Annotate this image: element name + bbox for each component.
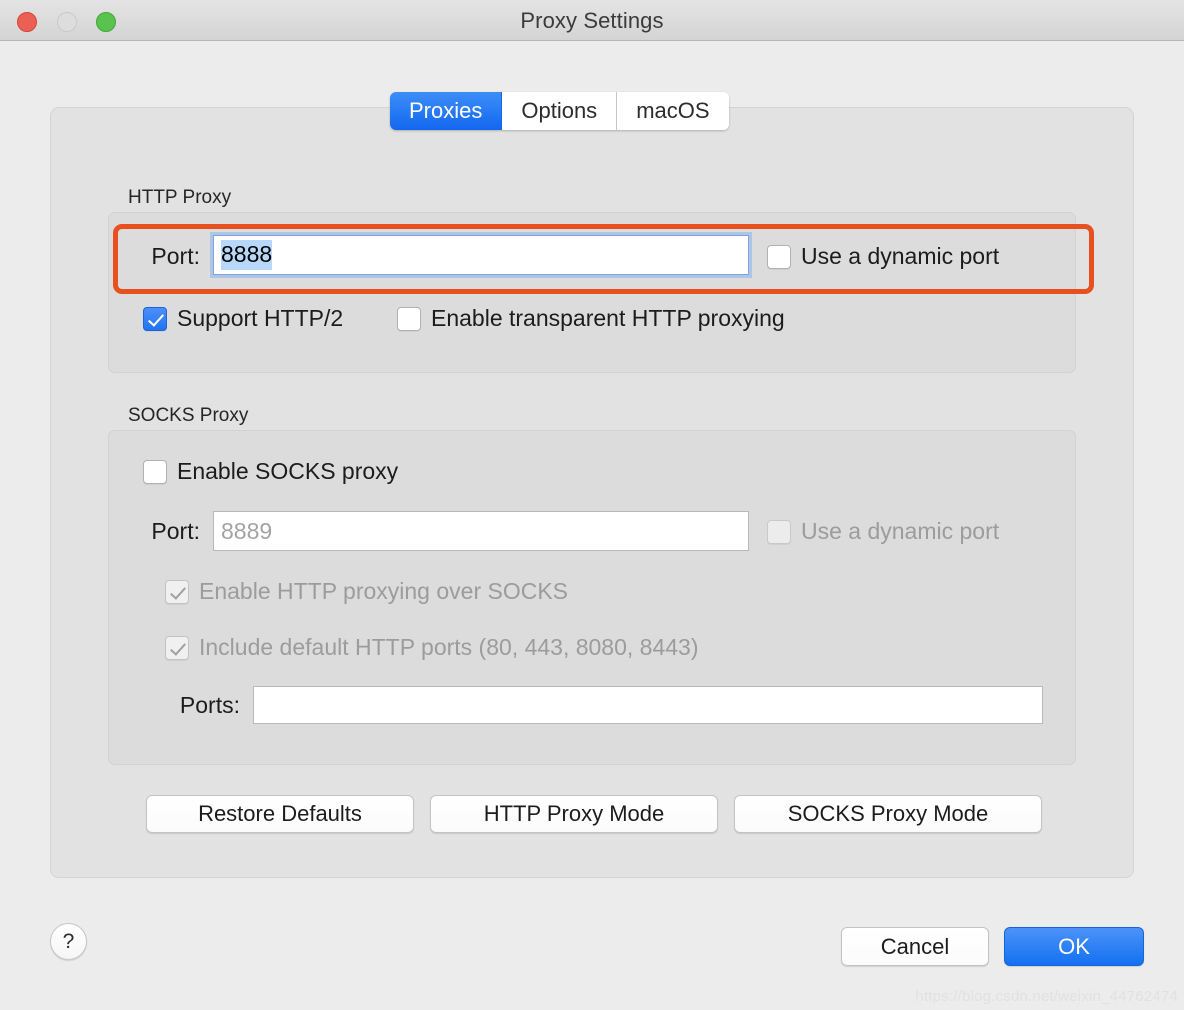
enable-socks-proxy-checkbox[interactable]: Enable SOCKS proxy [143,458,398,485]
include-default-http-ports-checkbox[interactable]: Include default HTTP ports (80, 443, 808… [165,634,699,661]
transparent-http-proxying-label: Enable transparent HTTP proxying [431,305,785,331]
checkbox-checked-icon [165,579,189,604]
http-dynamic-port-label: Use a dynamic port [801,243,1000,269]
checkbox-icon [767,244,791,269]
socks-ports-label: Ports: [179,692,240,718]
socks-port-label: Port: [151,518,200,544]
http-port-label: Port: [151,243,200,269]
http-port-input[interactable]: 8888 [210,232,752,278]
checkbox-icon [767,519,791,544]
socks-proxy-group-label: SOCKS Proxy [128,405,249,426]
socks-dynamic-port-label: Use a dynamic port [801,518,1000,544]
http-proxying-over-socks-label: Enable HTTP proxying over SOCKS [199,578,569,604]
support-http2-label: Support HTTP/2 [177,305,344,331]
socks-proxy-mode-button[interactable]: SOCKS Proxy Mode [734,795,1042,833]
cancel-button[interactable]: Cancel [841,927,989,966]
window-title: Proxy Settings [520,8,664,33]
window-titlebar: Proxy Settings [0,0,1184,41]
tab-options[interactable]: Options [502,92,618,130]
tab-proxies[interactable]: Proxies [390,92,503,130]
socks-dynamic-port-checkbox[interactable]: Use a dynamic port [767,518,999,545]
include-default-http-ports-label: Include default HTTP ports (80, 443, 808… [199,634,699,660]
proxy-settings-window: Proxy Settings Proxies Options macOS HTT… [0,0,1184,1010]
http-proxy-mode-button[interactable]: HTTP Proxy Mode [430,795,718,833]
watermark-text: https://blog.csdn.net/weixin_44762474 [915,988,1178,1005]
settings-tabbar: Proxies Options macOS [390,92,729,130]
enable-socks-proxy-label: Enable SOCKS proxy [177,458,399,484]
http-proxy-group-label: HTTP Proxy [128,187,232,208]
transparent-http-proxying-checkbox[interactable]: Enable transparent HTTP proxying [397,305,785,332]
checkbox-icon [143,459,167,484]
http-proxying-over-socks-checkbox[interactable]: Enable HTTP proxying over SOCKS [165,578,568,605]
help-icon[interactable]: ? [50,923,87,960]
checkbox-checked-icon [165,635,189,660]
http-port-value: 8888 [221,240,273,270]
ok-button[interactable]: OK [1004,927,1144,966]
restore-defaults-button[interactable]: Restore Defaults [146,795,414,833]
tab-macos[interactable]: macOS [617,92,729,130]
checkbox-icon [397,306,421,331]
socks-port-input[interactable]: 8889 [213,511,749,551]
checkbox-checked-icon [143,306,167,331]
http-dynamic-port-checkbox[interactable]: Use a dynamic port [767,243,999,270]
support-http2-checkbox[interactable]: Support HTTP/2 [143,305,343,332]
socks-ports-input[interactable] [253,686,1043,724]
socks-port-placeholder: 8889 [221,517,273,544]
